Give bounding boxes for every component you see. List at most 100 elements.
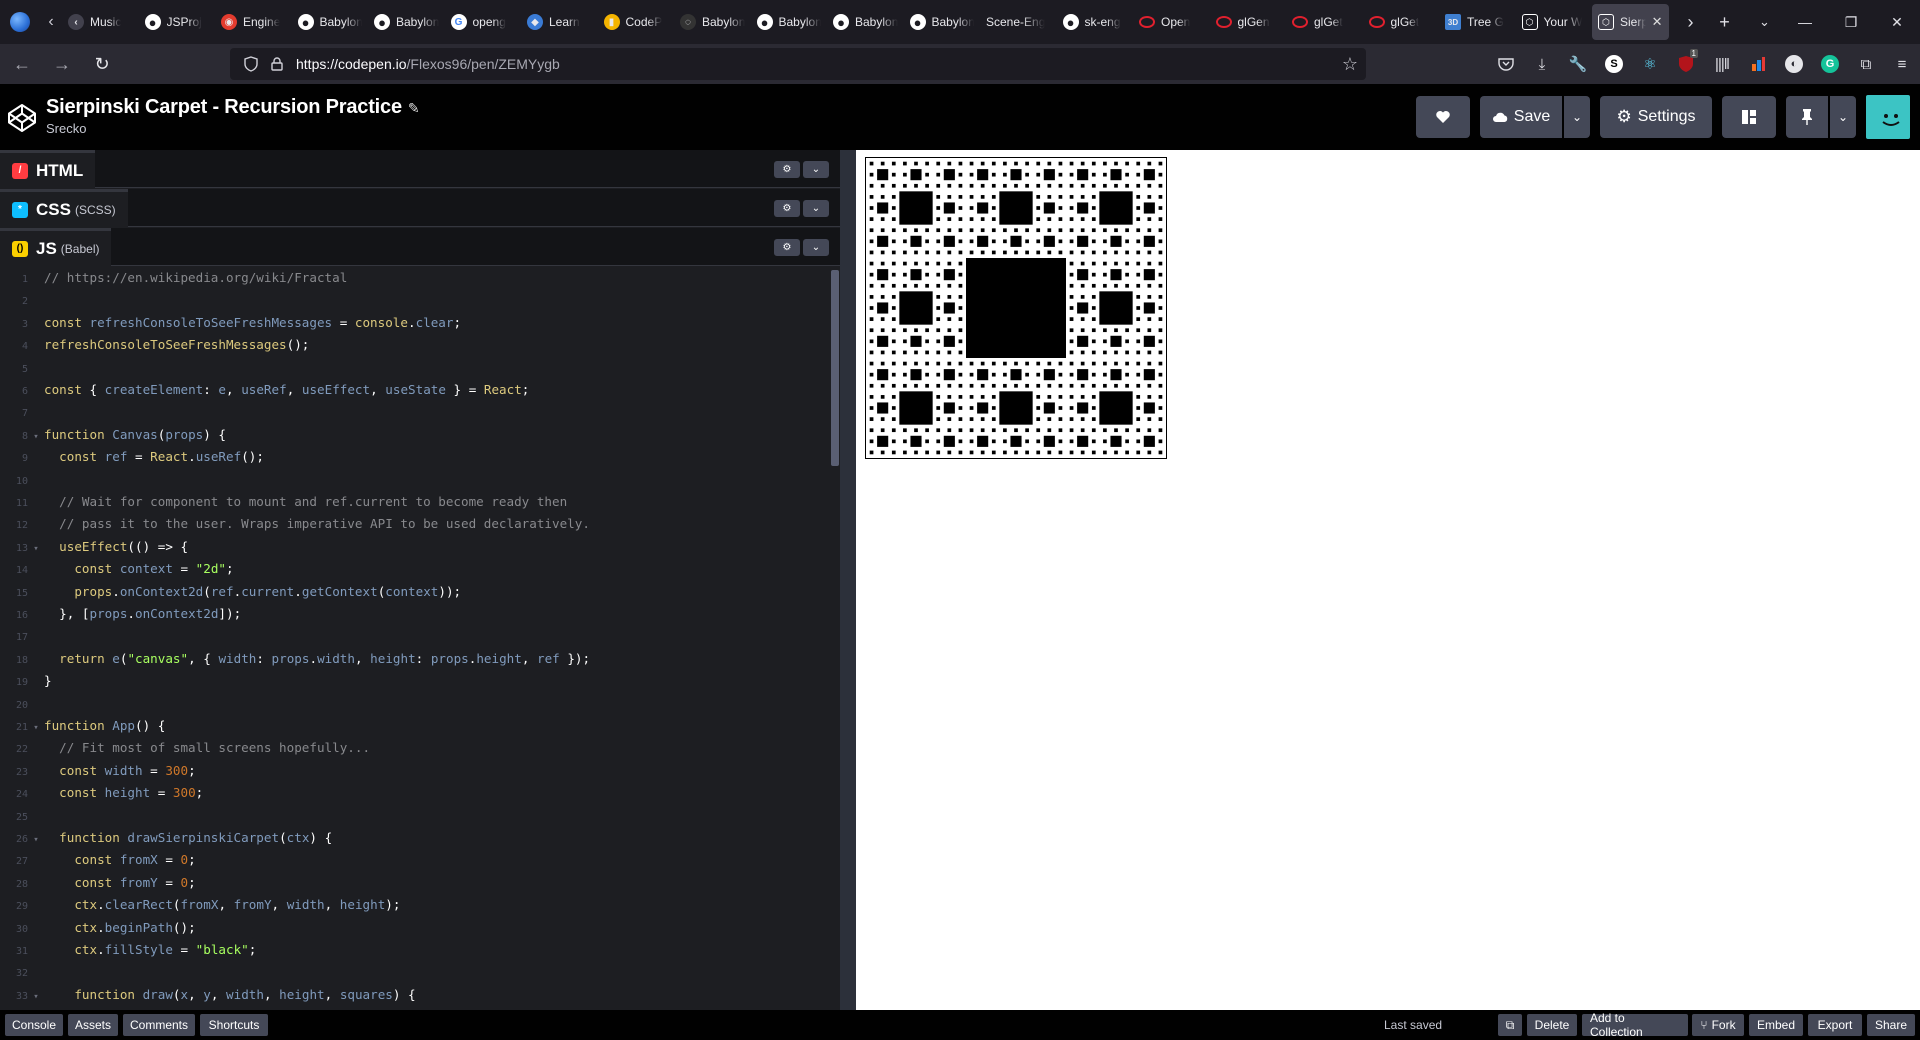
browser-tab[interactable]: ▮ CodeP — [598, 4, 675, 40]
delete-button[interactable]: Delete — [1527, 1014, 1577, 1036]
code-line[interactable]: 23 const width = 300; — [0, 760, 830, 782]
browser-tab[interactable]: ⬡ Sierp ✕ — [1592, 4, 1669, 40]
browser-tab[interactable]: Gopeng — [445, 4, 522, 40]
code-line[interactable]: 24 const height = 300; — [0, 782, 830, 804]
shortcuts-button[interactable]: Shortcuts — [200, 1014, 268, 1036]
pin-button[interactable] — [1786, 96, 1828, 138]
css-collapse-chevron-icon[interactable]: ⌄ — [803, 200, 829, 217]
share-button[interactable]: Share — [1867, 1014, 1915, 1036]
html-pane-tab[interactable]: / HTML — [0, 150, 96, 188]
fork-button[interactable]: ⑂ Fork — [1692, 1014, 1744, 1036]
save-button[interactable]: Save — [1480, 96, 1562, 138]
fold-triangle-icon[interactable]: ▾ — [28, 986, 44, 1008]
browser-tab[interactable]: ● Babylon — [827, 4, 904, 40]
settings-button[interactable]: ⚙ Settings — [1600, 96, 1712, 138]
tracking-protection-icon[interactable] — [238, 52, 264, 76]
user-avatar[interactable] — [1866, 95, 1910, 139]
codepen-logo-icon[interactable] — [6, 102, 38, 134]
extensions-puzzle-icon[interactable]: ⧉ — [1848, 44, 1884, 84]
close-tab-icon[interactable]: ✕ — [1652, 14, 1663, 30]
assets-button[interactable]: Assets — [68, 1014, 118, 1036]
add-to-collection-button[interactable]: Add to Collection — [1582, 1011, 1688, 1039]
pin-dropdown-chevron-icon[interactable]: ⌄ — [1830, 96, 1856, 138]
new-tab-icon[interactable]: + — [1705, 0, 1745, 44]
ublock-icon[interactable]: 1 — [1668, 44, 1704, 84]
browser-tab[interactable]: Scene-Eng — [980, 4, 1057, 40]
code-line[interactable]: 6 const { createElement: e, useRef, useEf… — [0, 379, 830, 401]
pen-author[interactable]: Srecko — [46, 121, 86, 136]
browser-tab[interactable]: ● Babylon — [751, 4, 828, 40]
open-external-icon[interactable]: ⧉ — [1498, 1014, 1522, 1036]
dark-mode-extension-icon[interactable]: ◐ — [1776, 44, 1812, 84]
pocket-icon[interactable] — [1488, 44, 1524, 84]
browser-tab[interactable]: OglGet — [1286, 4, 1363, 40]
code-line[interactable]: 26 ▾ function drawSierpinskiCarpet(ctx) { — [0, 827, 830, 849]
fold-triangle-icon[interactable]: ▾ — [28, 829, 44, 851]
code-line[interactable]: 5 — [0, 357, 830, 379]
react-devtools-icon[interactable]: ⚛ — [1632, 44, 1668, 84]
browser-tab[interactable]: ● Babylon — [904, 4, 981, 40]
browser-tab[interactable]: OglGen — [1210, 4, 1287, 40]
code-line[interactable]: 33 ▾ function draw(x, y, width, height, s… — [0, 984, 830, 1006]
grammarly-icon[interactable]: G — [1812, 44, 1848, 84]
love-button[interactable] — [1416, 96, 1470, 138]
bookmark-star-icon[interactable]: ☆ — [1342, 54, 1358, 75]
wrench-icon[interactable]: 🔧 — [1560, 44, 1596, 84]
html-collapse-chevron-icon[interactable]: ⌄ — [803, 161, 829, 178]
url-text[interactable]: https://codepen.io/Flexos96/pen/ZEMYygb — [296, 56, 560, 72]
code-line[interactable]: 25 — [0, 805, 830, 827]
code-line[interactable]: 17 — [0, 625, 830, 647]
code-line[interactable]: 4 refreshConsoleToSeeFreshMessages(); — [0, 334, 830, 356]
browser-tab[interactable]: ● JSProj — [139, 4, 216, 40]
colorful-extension-icon[interactable] — [1740, 44, 1776, 84]
editor-preview-resizer[interactable] — [840, 150, 856, 1010]
firefox-view-icon[interactable] — [0, 0, 40, 44]
code-line[interactable]: 19} — [0, 670, 830, 692]
code-line[interactable]: 14 const context = "2d"; — [0, 558, 830, 580]
browser-tab[interactable]: ● Babylon — [292, 4, 369, 40]
app-menu-icon[interactable]: ≡ — [1884, 44, 1920, 84]
code-line[interactable]: 22 // Fit most of small screens hopefull… — [0, 737, 830, 759]
code-line[interactable]: 18 return e("canvas", { width: props.wid… — [0, 648, 830, 670]
code-line[interactable]: 8 ▾ function Canvas(props) { — [0, 424, 830, 446]
js-code-editor[interactable]: 1 // https://en.wikipedia.org/wiki/Fracta… — [0, 266, 840, 1010]
browser-tab[interactable]: ‹ Music — [62, 4, 139, 40]
code-line[interactable]: 31 ctx.fillStyle = "black"; — [0, 939, 830, 961]
browser-tab[interactable]: ◆ Learn — [521, 4, 598, 40]
console-button[interactable]: Console — [5, 1014, 63, 1036]
code-line[interactable]: 1 // https://en.wikipedia.org/wiki/Fracta… — [0, 267, 830, 289]
code-line[interactable]: 3 const refreshConsoleToSeeFreshMessages … — [0, 312, 830, 334]
browser-tab[interactable]: ⬡ Your W — [1516, 4, 1593, 40]
comments-button[interactable]: Comments — [123, 1014, 195, 1036]
address-bar[interactable]: https://codepen.io/Flexos96/pen/ZEMYygb … — [230, 48, 1366, 80]
s-extension-icon[interactable]: S — [1596, 44, 1632, 84]
browser-tab[interactable]: ● Babylon — [368, 4, 445, 40]
fold-triangle-icon[interactable]: ▾ — [28, 538, 44, 560]
code-line[interactable]: 28 const fromY = 0; — [0, 872, 830, 894]
browser-tab[interactable]: ◉ Engine — [215, 4, 292, 40]
code-line[interactable]: 15 props.onContext2d(ref.current.getCont… — [0, 581, 830, 603]
code-line[interactable]: 30 ctx.beginPath(); — [0, 917, 830, 939]
js-settings-gear-icon[interactable]: ⚙ — [774, 239, 800, 256]
export-button[interactable]: Export — [1808, 1014, 1862, 1036]
bars-extension-icon[interactable]: |||‖ — [1704, 44, 1740, 84]
lock-icon[interactable] — [264, 52, 290, 76]
code-line[interactable]: 9 const ref = React.useRef(); — [0, 446, 830, 468]
code-line[interactable]: 20 — [0, 693, 830, 715]
browser-tab[interactable]: ● sk-eng — [1057, 4, 1134, 40]
code-line[interactable]: 10 — [0, 469, 830, 491]
browser-tab[interactable]: 3D Tree G — [1439, 4, 1516, 40]
css-settings-gear-icon[interactable]: ⚙ — [774, 200, 800, 217]
list-all-tabs-icon[interactable]: ⌄ — [1745, 0, 1785, 44]
fold-triangle-icon[interactable]: ▾ — [28, 717, 44, 739]
forward-icon[interactable]: → — [44, 48, 80, 80]
code-line[interactable]: 27 const fromX = 0; — [0, 849, 830, 871]
save-dropdown-chevron-icon[interactable]: ⌄ — [1564, 96, 1590, 138]
edit-title-pencil-icon[interactable]: ✎ — [408, 100, 420, 116]
minimize-window-icon[interactable]: — — [1782, 0, 1828, 44]
close-window-icon[interactable]: ✕ — [1874, 0, 1920, 44]
back-icon[interactable]: ← — [4, 48, 40, 80]
browser-tab[interactable]: ◌ Babylon — [674, 4, 751, 40]
js-pane-tab[interactable]: () JS (Babel) — [0, 228, 112, 266]
js-collapse-chevron-icon[interactable]: ⌄ — [803, 239, 829, 256]
